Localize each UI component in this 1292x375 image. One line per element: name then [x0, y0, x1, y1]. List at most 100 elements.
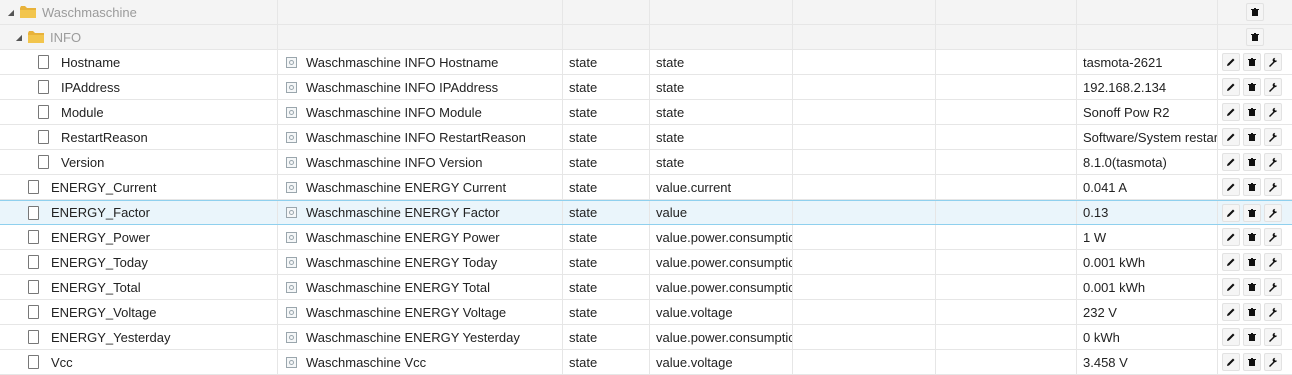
edit-button[interactable] — [1222, 128, 1240, 146]
wrench-icon — [1269, 157, 1277, 167]
type-cell: state — [562, 325, 649, 349]
edit-button[interactable] — [1222, 228, 1240, 246]
state-row[interactable]: ENERGY_Current Waschmaschine ENERGY Curre… — [0, 175, 1292, 200]
state-row[interactable]: ENERGY_Today Waschmaschine ENERGY Today st… — [0, 250, 1292, 275]
delete-button[interactable] — [1246, 3, 1264, 21]
name-cell: ENERGY_Current — [0, 175, 277, 199]
delete-button[interactable] — [1243, 203, 1261, 222]
trash-icon — [1248, 233, 1256, 241]
delete-button[interactable] — [1246, 28, 1264, 46]
delete-button[interactable] — [1243, 303, 1261, 321]
state-row[interactable]: Vcc Waschmaschine Vcc state value.voltage 3.… — [0, 350, 1292, 375]
settings-button[interactable] — [1264, 178, 1282, 196]
state-icon — [286, 331, 297, 343]
edit-button[interactable] — [1222, 353, 1240, 371]
edit-button[interactable] — [1222, 178, 1240, 196]
delete-button[interactable] — [1243, 178, 1261, 196]
expand-icon[interactable]: ◢ — [14, 33, 24, 42]
edit-button[interactable] — [1222, 103, 1240, 121]
folder-row-waschmaschine[interactable]: ◢ Waschmaschine — [0, 0, 1292, 25]
state-row[interactable]: IPAddress Waschmaschine INFO IPAddress sta… — [0, 75, 1292, 100]
wrench-icon — [1269, 182, 1277, 192]
state-row[interactable]: ENERGY_Factor Waschmaschine ENERGY Factor… — [0, 200, 1292, 225]
state-rows: Hostname Waschmaschine INFO Hostname state… — [0, 50, 1292, 375]
file-icon — [38, 105, 49, 119]
settings-button[interactable] — [1264, 53, 1282, 71]
edit-button[interactable] — [1222, 78, 1240, 96]
delete-button[interactable] — [1243, 253, 1261, 271]
edit-button[interactable] — [1222, 328, 1240, 346]
edit-button[interactable] — [1222, 203, 1240, 222]
state-row[interactable]: Version Waschmaschine INFO Version state st… — [0, 150, 1292, 175]
object-role: value.power.consumptic — [656, 279, 792, 295]
object-title: Waschmaschine ENERGY Yesterday — [306, 329, 520, 345]
edit-button[interactable] — [1222, 303, 1240, 321]
settings-button[interactable] — [1264, 353, 1282, 371]
object-type: state — [569, 205, 598, 220]
state-row[interactable]: ENERGY_Voltage Waschmaschine ENERGY Volta… — [0, 300, 1292, 325]
settings-button[interactable] — [1264, 153, 1282, 171]
title-cell: Waschmaschine INFO Hostname — [277, 50, 562, 74]
state-icon — [286, 256, 297, 268]
name-cell: ENERGY_Yesterday — [0, 325, 277, 349]
object-value: 0.13 — [1083, 205, 1109, 220]
edit-button[interactable] — [1222, 253, 1240, 271]
delete-button[interactable] — [1243, 53, 1261, 71]
settings-button[interactable] — [1264, 253, 1282, 271]
wrench-icon — [1269, 232, 1277, 242]
settings-button[interactable] — [1264, 228, 1282, 246]
expand-icon[interactable]: ◢ — [6, 8, 16, 17]
row-actions — [1217, 125, 1292, 149]
wrench-icon — [1269, 282, 1277, 292]
value-cell: 0 kWh — [1076, 325, 1217, 349]
type-cell: state — [562, 125, 649, 149]
object-type: state — [569, 79, 598, 95]
value-cell: 232 V — [1076, 300, 1217, 324]
role-cell: state — [649, 75, 792, 99]
state-row[interactable]: ENERGY_Total Waschmaschine ENERGY Total st… — [0, 275, 1292, 300]
name-cell: RestartReason — [0, 125, 277, 149]
row-actions — [1217, 300, 1292, 324]
trash-icon — [1248, 358, 1256, 366]
title-cell: Waschmaschine ENERGY Factor — [277, 201, 562, 224]
pencil-icon — [1227, 83, 1235, 91]
object-value: tasmota-2621 — [1083, 54, 1163, 70]
state-row[interactable]: ENERGY_Yesterday Waschmaschine ENERGY Yes… — [0, 325, 1292, 350]
pencil-icon — [1227, 158, 1235, 166]
wrench-icon — [1269, 208, 1277, 218]
file-icon — [28, 205, 39, 220]
file-icon — [38, 130, 49, 144]
folder-row-info[interactable]: ◢ INFO — [0, 25, 1292, 50]
delete-button[interactable] — [1243, 228, 1261, 246]
delete-button[interactable] — [1243, 78, 1261, 96]
settings-button[interactable] — [1264, 303, 1282, 321]
settings-button[interactable] — [1264, 103, 1282, 121]
edit-button[interactable] — [1222, 278, 1240, 296]
state-row[interactable]: ENERGY_Power Waschmaschine ENERGY Power st… — [0, 225, 1292, 250]
object-role: state — [656, 104, 685, 120]
edit-button[interactable] — [1222, 153, 1240, 171]
value-cell: 1 W — [1076, 225, 1217, 249]
settings-button[interactable] — [1264, 278, 1282, 296]
delete-button[interactable] — [1243, 153, 1261, 171]
state-row[interactable]: Hostname Waschmaschine INFO Hostname state… — [0, 50, 1292, 75]
title-cell: Waschmaschine ENERGY Yesterday — [277, 325, 562, 349]
object-id: ENERGY_Total — [51, 279, 141, 295]
state-row[interactable]: Module Waschmaschine INFO Module state stat… — [0, 100, 1292, 125]
delete-button[interactable] — [1243, 353, 1261, 371]
settings-button[interactable] — [1264, 128, 1282, 146]
settings-button[interactable] — [1264, 328, 1282, 346]
state-row[interactable]: RestartReason Waschmaschine INFO RestartR… — [0, 125, 1292, 150]
name-cell: Hostname — [0, 50, 277, 74]
delete-button[interactable] — [1243, 278, 1261, 296]
delete-button[interactable] — [1243, 328, 1261, 346]
settings-button[interactable] — [1264, 203, 1282, 222]
edit-button[interactable] — [1222, 53, 1240, 71]
function-cell — [935, 175, 1076, 199]
type-cell: state — [562, 225, 649, 249]
object-role: state — [656, 54, 685, 70]
delete-button[interactable] — [1243, 128, 1261, 146]
role-cell: value.voltage — [649, 300, 792, 324]
delete-button[interactable] — [1243, 103, 1261, 121]
settings-button[interactable] — [1264, 78, 1282, 96]
